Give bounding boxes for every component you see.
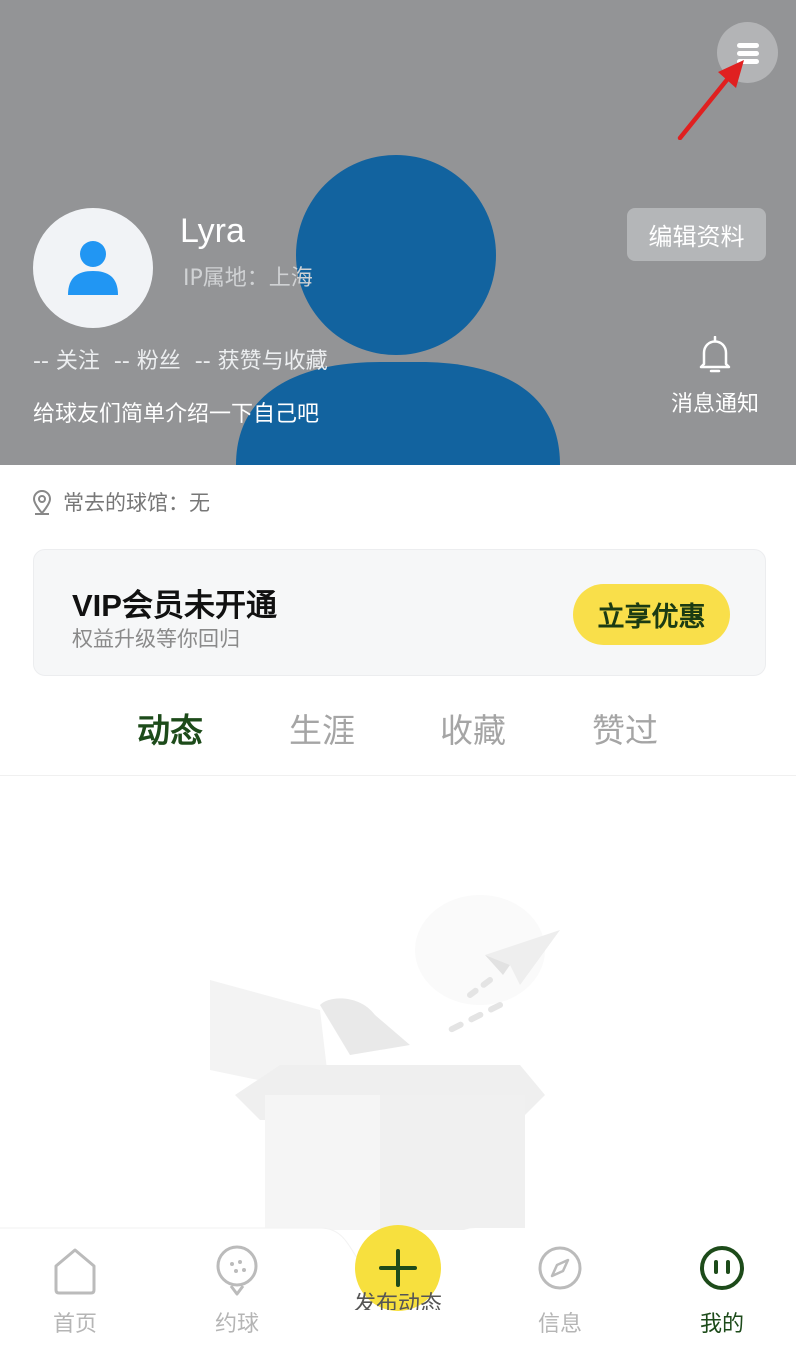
frequent-venue-text: 常去的球馆：无 — [63, 491, 210, 515]
notifications-button[interactable]: 消息通知 — [660, 335, 770, 418]
annotation-arrow-icon — [677, 60, 744, 140]
likes-count[interactable]: -- 获赞与收藏 — [195, 343, 328, 375]
home-icon — [54, 1248, 96, 1295]
ip-location: IP属地：上海 — [183, 266, 313, 291]
nav-messages[interactable]: 信息 — [515, 1242, 605, 1338]
bell-icon — [699, 335, 731, 373]
tab-career[interactable]: 生涯 — [289, 704, 355, 752]
user-icon — [68, 241, 118, 295]
profile-stats: -- 关注 -- 粉丝 -- 获赞与收藏 — [33, 343, 328, 375]
vip-title: VIP会员未开通 — [72, 588, 277, 623]
following-count[interactable]: -- 关注 — [33, 343, 100, 375]
nav-booking[interactable]: 约球 — [192, 1242, 282, 1338]
frequent-venue: 常去的球馆：无 — [31, 487, 210, 517]
fans-count[interactable]: -- 粉丝 — [114, 343, 181, 375]
plus-icon — [379, 1249, 417, 1287]
tab-liked[interactable]: 赞过 — [592, 704, 658, 752]
compass-icon — [538, 1246, 582, 1290]
profile-tabs: 动态 生涯 收藏 赞过 — [0, 700, 796, 776]
golf-ball-icon — [216, 1245, 258, 1296]
vip-subtitle: 权益升级等你回归 — [72, 627, 240, 651]
username: Lyra — [180, 212, 245, 250]
tab-favorites[interactable]: 收藏 — [440, 704, 506, 752]
vip-offer-button[interactable]: 立享优惠 — [573, 584, 730, 645]
notifications-label: 消息通知 — [670, 392, 759, 417]
nav-home[interactable]: 首页 — [30, 1242, 120, 1338]
bio-text[interactable]: 给球友们简单介绍一下自己吧 — [33, 396, 319, 428]
smile-face-icon — [700, 1246, 744, 1290]
nav-messages-label: 信息 — [537, 1312, 582, 1337]
nav-home-label: 首页 — [52, 1312, 97, 1337]
empty-state-illustration — [210, 895, 560, 1230]
nav-mine-label: 我的 — [699, 1312, 744, 1337]
bottom-navigation: 首页 约球 发布动态 信息 我的 — [0, 1222, 796, 1354]
nav-booking-label: 约球 — [214, 1312, 259, 1337]
location-pin-icon — [32, 490, 52, 515]
tab-posts[interactable]: 动态 — [137, 704, 203, 752]
profile-header: Lyra IP属地：上海 编辑资料 -- 关注 -- 粉丝 -- 获赞与收藏 给… — [0, 0, 796, 465]
avatar[interactable] — [33, 208, 153, 328]
vip-card[interactable]: VIP会员未开通 权益升级等你回归 立享优惠 — [33, 549, 766, 676]
create-post-label: 发布动态 — [353, 1292, 442, 1310]
edit-profile-button[interactable]: 编辑资料 — [627, 208, 766, 261]
nav-mine[interactable]: 我的 — [677, 1242, 767, 1338]
